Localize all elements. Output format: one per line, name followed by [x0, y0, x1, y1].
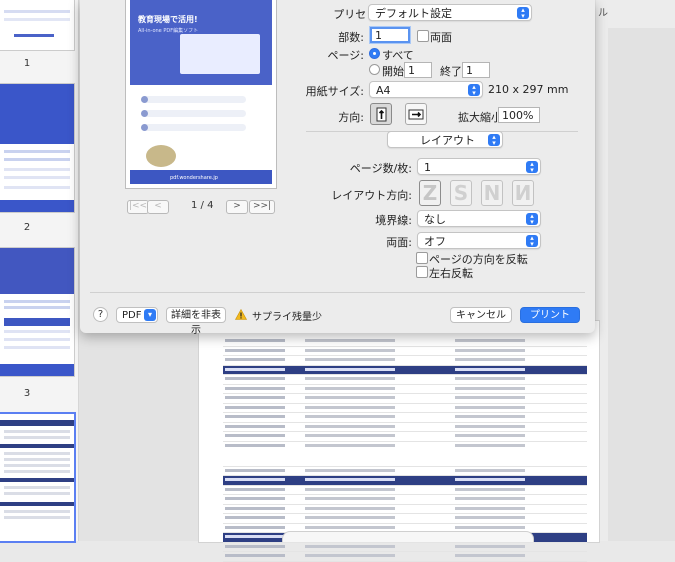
print-preview-page: 教育現場で活用! All-in-one PDF編集ソフト pdf.wonders… [126, 0, 276, 188]
paper-size-value: A4 [376, 84, 391, 97]
clipped-text: ル [598, 8, 608, 19]
chevron-down-icon: ▾ [144, 309, 156, 321]
pages-to-field[interactable]: 1 [462, 62, 490, 78]
portrait-orientation-button[interactable] [370, 103, 392, 125]
thumbnail-page-1[interactable] [0, 0, 74, 50]
layout-direction-z[interactable]: Z [419, 180, 441, 206]
award-badge-icon [146, 145, 176, 167]
layout-direction-n-reversed[interactable]: N [512, 180, 534, 206]
thumbnail-page-2[interactable] [0, 84, 74, 212]
two-sided-checkbox[interactable] [417, 30, 429, 42]
border-value: なし [424, 213, 446, 226]
page-number: 3 [23, 388, 31, 399]
last-page-button[interactable]: >>| [249, 200, 275, 214]
hide-details-button[interactable]: 詳細を非表示 [166, 307, 226, 336]
chevron-updown-icon: ▴ ▾ [526, 213, 538, 226]
page-number: 2 [23, 222, 31, 233]
preview-title: 教育現場で活用! [138, 15, 198, 24]
help-button[interactable]: ? [93, 307, 108, 322]
chevron-updown-icon: ▴ ▾ [526, 161, 538, 174]
chevron-updown-icon: ▴ ▾ [526, 235, 538, 248]
scale-field[interactable]: 100% [498, 107, 540, 123]
thumbnail-page-4[interactable] [0, 414, 74, 541]
page-indicator: 1 / 4 [191, 200, 214, 211]
copies-field[interactable]: 1 [370, 27, 410, 43]
two-sided-layout-label: 両面: [386, 236, 412, 249]
pages-from-field[interactable]: 1 [404, 62, 432, 78]
landscape-orientation-button[interactable] [405, 103, 427, 125]
print-dialog: 教育現場で活用! All-in-one PDF編集ソフト pdf.wonders… [80, 0, 595, 336]
section-value: レイアウト [420, 134, 475, 147]
preview-footer-text: pdf.wondershare.jp [170, 175, 218, 181]
next-page-button[interactable]: > [226, 200, 248, 214]
spec-table [223, 337, 587, 562]
pages-all-radio[interactable] [369, 48, 380, 59]
border-label: 境界線: [375, 214, 412, 227]
portrait-icon [376, 107, 387, 122]
section-popup[interactable]: レイアウト ▴ ▾ [387, 131, 503, 148]
cancel-button[interactable]: キャンセル [450, 307, 512, 323]
paper-size-popup[interactable]: A4 ▴ ▾ [369, 81, 483, 98]
page-toolbar [282, 531, 534, 542]
right-margin [596, 0, 675, 541]
pdf-menu-button[interactable]: PDF ▾ [116, 307, 158, 323]
chevron-updown-icon: ▴ ▾ [488, 134, 500, 147]
pages-label: ページ: [327, 49, 365, 62]
pages-per-sheet-value: 1 [424, 161, 431, 174]
pages-per-sheet-label: ページ数/枚: [349, 162, 412, 175]
print-button[interactable]: プリント [520, 307, 580, 323]
copies-label: 部数: [338, 31, 364, 44]
two-sided-value: オフ [424, 235, 446, 248]
preview-subtitle: All-in-one PDF編集ソフト [138, 28, 199, 34]
two-sided-label: 両面 [430, 31, 452, 44]
flip-horizontal-label: 左右反転 [429, 267, 473, 280]
thumbnail-page-3[interactable] [0, 248, 74, 376]
pages-all-label: すべて [382, 49, 414, 62]
preview-illustration [180, 34, 260, 74]
preset-value: デフォルト設定 [375, 7, 452, 20]
paper-size-label: 用紙サイズ: [305, 85, 364, 98]
first-page-button[interactable]: |<< [127, 200, 149, 214]
landscape-icon [408, 109, 424, 120]
layout-direction-n[interactable]: N [481, 180, 503, 206]
two-sided-popup[interactable]: オフ ▴ ▾ [417, 232, 541, 249]
flip-horizontal-checkbox[interactable] [416, 266, 428, 278]
warning-icon [235, 309, 247, 320]
border-popup[interactable]: なし ▴ ▾ [417, 210, 541, 227]
document-page [198, 320, 600, 562]
pages-per-sheet-popup[interactable]: 1 ▴ ▾ [417, 158, 541, 175]
paper-dimensions: 210 x 297 mm [488, 83, 569, 96]
pages-range-radio[interactable] [369, 64, 380, 75]
layout-direction-s[interactable]: S [450, 180, 472, 206]
thumbnail-sidebar: 1 2 3 [0, 0, 79, 541]
pdf-label: PDF [122, 310, 142, 321]
page-number: 1 [23, 58, 31, 69]
previous-page-button[interactable]: < [147, 200, 169, 214]
layout-direction-label: レイアウト方向: [331, 189, 412, 202]
chevron-updown-icon: ▴ ▾ [517, 7, 529, 20]
supply-warning-text: サプライ残量少 [252, 312, 322, 323]
chevron-updown-icon: ▴ ▾ [468, 84, 480, 97]
preset-popup[interactable]: デフォルト設定 ▴ ▾ [368, 4, 532, 21]
orientation-label: 方向: [338, 111, 364, 124]
reverse-orientation-checkbox[interactable] [416, 252, 428, 264]
separator [90, 292, 585, 293]
